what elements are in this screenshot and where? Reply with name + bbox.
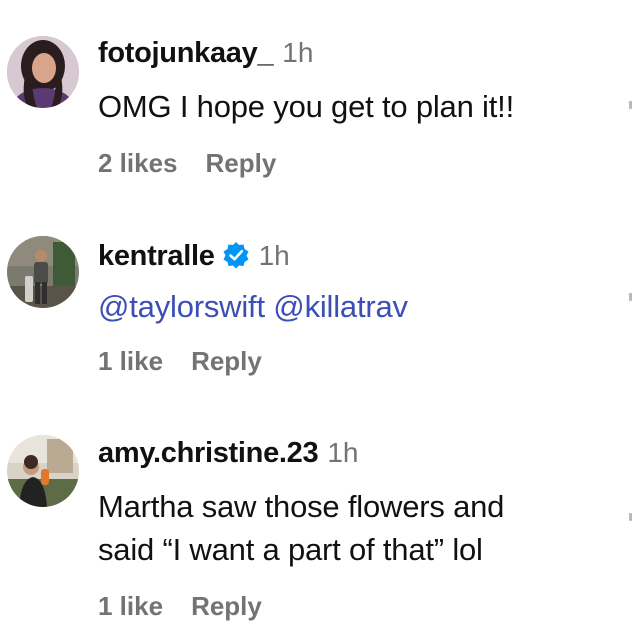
comment-text-line: said “I want a part of that” lol bbox=[98, 532, 483, 567]
comment-username[interactable]: amy.christine.23 bbox=[98, 437, 319, 470]
more-options-icon[interactable] bbox=[629, 513, 632, 521]
comment-timestamp: 1h bbox=[327, 437, 359, 468]
more-options-icon[interactable] bbox=[629, 101, 632, 109]
likes-count[interactable]: 1 like bbox=[98, 591, 163, 622]
comments-list: fotojunkaay_ 1h OMG I hope you get to pl… bbox=[0, 0, 634, 639]
reply-button[interactable]: Reply bbox=[191, 591, 262, 622]
verified-badge-icon bbox=[222, 241, 250, 269]
avatar[interactable] bbox=[7, 435, 79, 507]
mention-link[interactable]: @taylorswift bbox=[98, 289, 265, 324]
reply-button[interactable]: Reply bbox=[191, 346, 262, 377]
likes-count[interactable]: 2 likes bbox=[98, 148, 178, 179]
comment-text: OMG I hope you get to plan it!! bbox=[98, 89, 514, 124]
comment-username[interactable]: fotojunkaay_ bbox=[98, 37, 274, 70]
comment-item: fotojunkaay_ 1h OMG I hope you get to pl… bbox=[0, 0, 634, 200]
reply-button[interactable]: Reply bbox=[206, 148, 277, 179]
comment-timestamp: 1h bbox=[282, 37, 314, 68]
comment-item: amy.christine.23 1h Martha saw those flo… bbox=[0, 415, 634, 639]
likes-count[interactable]: 1 like bbox=[98, 346, 163, 377]
mention-link[interactable]: @killatrav bbox=[273, 289, 408, 324]
more-options-icon[interactable] bbox=[629, 293, 632, 301]
comment-username[interactable]: kentralle bbox=[98, 240, 215, 273]
avatar[interactable] bbox=[7, 36, 79, 108]
comment-text: @taylorswift @killatrav bbox=[98, 285, 614, 328]
comment-text-line: Martha saw those flowers and bbox=[98, 489, 505, 524]
comment-timestamp: 1h bbox=[258, 240, 290, 271]
avatar[interactable] bbox=[7, 236, 79, 308]
comment-text: Martha saw those flowers and said “I wan… bbox=[98, 485, 614, 571]
comment-item: kentralle 1h @taylorswift @killatrav 1 l… bbox=[0, 200, 634, 415]
